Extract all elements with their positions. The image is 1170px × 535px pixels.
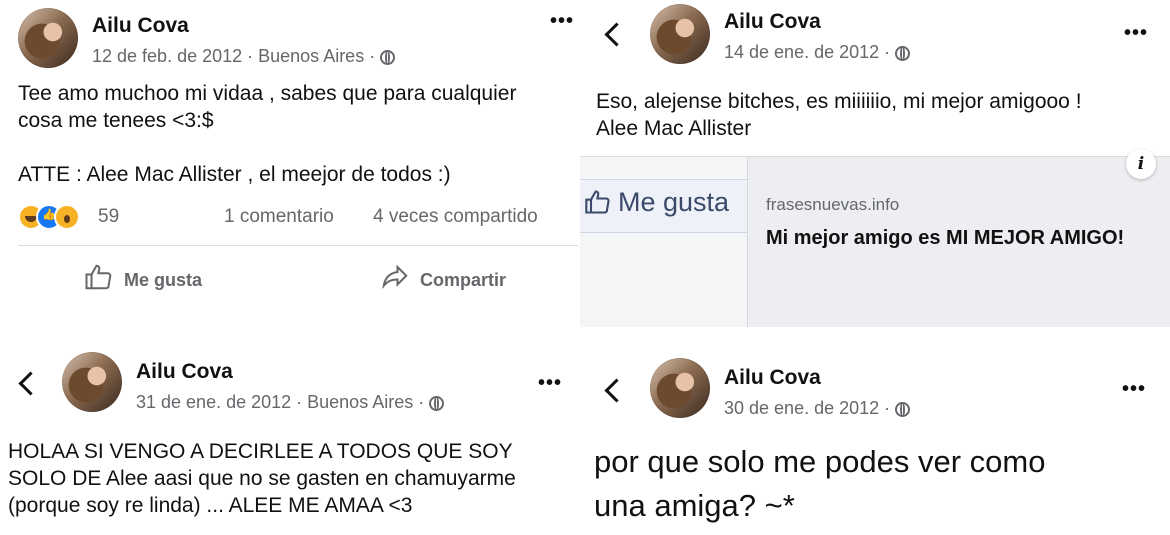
- more-options-icon[interactable]: •••: [550, 11, 574, 31]
- share-button[interactable]: Compartir: [380, 262, 506, 292]
- author-name[interactable]: Ailu Cova: [92, 14, 189, 38]
- post-card-2: Ailu Cova 14 de ene. de 2012 · ••• Eso, …: [580, 0, 1170, 330]
- more-options-icon[interactable]: •••: [538, 373, 562, 393]
- more-options-icon[interactable]: •••: [1122, 379, 1146, 399]
- post-text-line: Tee amo muchoo mi vidaa , sabes que para…: [18, 82, 517, 105]
- thumbnail-text: Me gusta: [584, 187, 729, 218]
- post-date[interactable]: 14 de ene. de 2012 ·: [724, 42, 890, 62]
- post-date-location[interactable]: 12 de feb. de 2012 · Buenos Aires ·: [92, 46, 375, 66]
- globe-icon: [895, 46, 911, 61]
- reaction-count[interactable]: 59: [98, 206, 119, 228]
- post-text-line: (porque soy re linda) ... ALEE ME AMAA <…: [8, 494, 413, 517]
- more-options-icon[interactable]: •••: [1124, 23, 1148, 43]
- globe-icon: [429, 396, 445, 411]
- link-thumbnail[interactable]: Me gusta: [580, 157, 748, 327]
- share-count[interactable]: 4 veces compartido: [373, 206, 538, 228]
- avatar[interactable]: [650, 358, 710, 418]
- post-date[interactable]: 30 de ene. de 2012 ·: [724, 398, 890, 418]
- thumbs-up-icon: [85, 264, 112, 290]
- link-title[interactable]: Mi mejor amigo es MI MEJOR AMIGO!: [766, 223, 1146, 254]
- post-card-3: Ailu Cova 31 de ene. de 2012 · Buenos Ai…: [0, 330, 580, 535]
- divider: [18, 245, 578, 246]
- avatar[interactable]: [62, 352, 122, 412]
- thumbs-up-icon: [585, 190, 610, 214]
- author-name[interactable]: Ailu Cova: [724, 10, 821, 34]
- post-meta: 31 de ene. de 2012 · Buenos Aires ·: [136, 392, 445, 413]
- post-text-line: ATTE : Alee Mac Allister , el meejor de …: [18, 163, 451, 186]
- comment-count[interactable]: 1 comentario: [224, 206, 334, 228]
- post-text-line: Alee Mac Allister: [596, 117, 752, 140]
- chevron-left-icon[interactable]: [604, 378, 629, 403]
- author-name[interactable]: Ailu Cova: [136, 360, 233, 384]
- post-meta: 30 de ene. de 2012 ·: [724, 398, 911, 419]
- info-icon[interactable]: i: [1126, 149, 1156, 179]
- post-text-line: Eso, alejense bitches, es miiiiiio, mi m…: [596, 90, 1082, 113]
- thumbnail-label: Me gusta: [618, 187, 730, 217]
- post-text-line: cosa me tenees <3:$: [18, 109, 214, 132]
- globe-icon: [380, 50, 396, 65]
- avatar[interactable]: [18, 8, 78, 68]
- post-meta: 14 de ene. de 2012 ·: [724, 42, 911, 63]
- post-meta: 12 de feb. de 2012 · Buenos Aires ·: [92, 46, 396, 67]
- link-info[interactable]: frasesnuevas.info Mi mejor amigo es MI M…: [748, 157, 1170, 327]
- post-text-line: SOLO DE Alee aasi que no se gasten en ch…: [8, 467, 516, 490]
- wow-reaction-icon: [54, 204, 80, 230]
- post-text-line: por que solo me podes ver como: [594, 444, 1046, 479]
- post-text-line: una amiga? ~*: [594, 488, 795, 523]
- post-date-location[interactable]: 31 de ene. de 2012 · Buenos Aires ·: [136, 392, 424, 412]
- like-label: Me gusta: [124, 270, 203, 290]
- link-domain: frasesnuevas.info: [766, 195, 900, 214]
- post-text-line: HOLAA SI VENGO A DECIRLEE A TODOS QUE SO…: [8, 440, 513, 463]
- post-card-1: Ailu Cova 12 de feb. de 2012 · Buenos Ai…: [0, 0, 580, 330]
- share-arrow-icon: [382, 264, 408, 290]
- avatar[interactable]: [650, 4, 710, 64]
- chevron-left-icon[interactable]: [604, 22, 629, 47]
- share-label: Compartir: [420, 270, 507, 290]
- link-preview[interactable]: Me gusta frasesnuevas.info Mi mejor amig…: [580, 149, 1170, 327]
- like-button[interactable]: Me gusta: [84, 262, 202, 292]
- author-name[interactable]: Ailu Cova: [724, 366, 821, 390]
- globe-icon: [895, 402, 911, 417]
- chevron-left-icon[interactable]: [18, 371, 43, 396]
- post-card-4: Ailu Cova 30 de ene. de 2012 · ••• por q…: [580, 330, 1170, 535]
